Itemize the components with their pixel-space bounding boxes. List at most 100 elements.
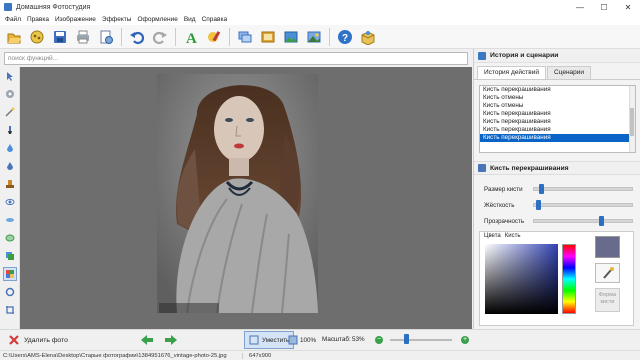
slider-label: Прозрачность <box>484 217 525 225</box>
menu-view[interactable]: Вид <box>181 16 199 23</box>
effects-icon[interactable] <box>27 27 47 47</box>
slider-label: Жёсткость <box>484 201 515 209</box>
zoom-slider-track[interactable] <box>390 339 452 341</box>
slider-hardness: Жёсткость <box>474 197 640 213</box>
scale-label: Масштаб: <box>322 336 351 343</box>
pipette-icon <box>602 267 614 279</box>
stamp-icon[interactable] <box>3 177 17 191</box>
status-bar: C:\Users\AMS-Elena\Desktop\Старые фотогр… <box>0 350 640 360</box>
menu-image[interactable]: Изображение <box>52 16 99 23</box>
undo-icon[interactable] <box>127 27 147 47</box>
pipette-button[interactable] <box>595 263 620 283</box>
slider-opacity: Прозрачность <box>474 213 640 229</box>
menu-bar: Файл Правка Изображение Эффекты Оформлен… <box>0 14 640 25</box>
drop-icon[interactable] <box>3 141 17 155</box>
menu-edit[interactable]: Правка <box>24 16 52 23</box>
list-item-selected[interactable]: Кисть перекрашивания <box>480 134 635 142</box>
zoom-100-button[interactable]: 100% <box>288 335 316 345</box>
svg-text:A: A <box>186 31 197 45</box>
tab-brush[interactable]: Кисть <box>503 232 523 242</box>
scrollbar-thumb[interactable] <box>630 108 634 136</box>
maximize-button[interactable]: ☐ <box>592 0 616 14</box>
tab-scenarios[interactable]: Сценарии <box>547 66 592 79</box>
slider-track[interactable] <box>533 184 633 194</box>
redo-icon[interactable] <box>150 27 170 47</box>
menu-file[interactable]: Файл <box>2 16 24 23</box>
list-item[interactable]: Кисть перекрашивания <box>480 86 635 94</box>
minimize-button[interactable]: — <box>568 0 592 14</box>
history-list[interactable]: Кисть перекрашивания Кисть отмены Кисть … <box>479 85 636 153</box>
title-bar: Домашняя Фотостудия — ☐ ✕ <box>0 0 640 14</box>
print-icon[interactable] <box>73 27 93 47</box>
brush-icon[interactable] <box>3 123 17 137</box>
brush-form-button[interactable]: Форма кисти <box>595 288 620 312</box>
layers-icon[interactable] <box>3 249 17 263</box>
bottom-bar: Удалить фото Уместить 100% Масштаб: 53% … <box>0 329 640 350</box>
save-icon[interactable] <box>50 27 70 47</box>
zoom-100-label: 100% <box>300 336 317 344</box>
image-canvas[interactable] <box>20 67 472 329</box>
eye-icon[interactable] <box>3 195 17 209</box>
wand-icon[interactable] <box>3 105 17 119</box>
next-photo-button[interactable] <box>164 334 178 346</box>
pointer-icon[interactable] <box>3 69 17 83</box>
list-item[interactable]: Кисть отмены <box>480 102 635 110</box>
slider-track[interactable] <box>533 200 633 210</box>
list-item[interactable]: Кисть перекрашивания <box>480 110 635 118</box>
crop-icon[interactable] <box>3 303 17 317</box>
list-item[interactable]: Кисть перекрашивания <box>480 126 635 134</box>
search-row: поиск функций... <box>0 49 472 67</box>
svg-text:?: ? <box>342 33 348 44</box>
main-toolbar: A ? <box>0 25 640 49</box>
color-gradient-picker[interactable] <box>485 244 558 314</box>
menu-design[interactable]: Оформление <box>134 16 180 23</box>
color-picker-panel: Цвета Кисть Форма кисти <box>479 231 634 326</box>
slider-track[interactable] <box>533 216 633 226</box>
menu-help[interactable]: Справка <box>199 16 231 23</box>
tab-colors[interactable]: Цвета <box>482 232 503 242</box>
paint-icon[interactable] <box>204 27 224 47</box>
eraser-icon[interactable] <box>3 285 17 299</box>
fit-button[interactable]: Уместить <box>244 331 295 349</box>
delete-photo-button[interactable]: Удалить фото <box>8 334 68 346</box>
slider-thumb[interactable] <box>598 216 604 226</box>
picture-icon[interactable] <box>281 27 301 47</box>
brush-icon <box>478 164 486 172</box>
frame-icon[interactable] <box>258 27 278 47</box>
dropper-icon[interactable] <box>3 159 17 173</box>
delete-label: Удалить фото <box>24 336 68 344</box>
list-item[interactable]: Кисть перекрашивания <box>480 118 635 126</box>
left-toolbar <box>0 67 20 329</box>
image-icon[interactable] <box>235 27 255 47</box>
zoom-in-button[interactable]: + <box>461 336 469 344</box>
tab-history[interactable]: История действий <box>477 66 546 79</box>
arrow-left-icon <box>141 335 153 345</box>
help-icon[interactable]: ? <box>335 27 355 47</box>
history-title: История и сценарии <box>490 52 559 59</box>
box-icon[interactable] <box>358 27 378 47</box>
prev-photo-button[interactable] <box>140 334 154 346</box>
blur-icon[interactable] <box>3 231 17 245</box>
menu-effects[interactable]: Эффекты <box>99 16 135 23</box>
recolor-icon[interactable] <box>3 267 17 281</box>
history-scrollbar[interactable] <box>629 86 635 152</box>
smudge-icon[interactable] <box>3 213 17 227</box>
search-input[interactable]: поиск функций... <box>4 51 468 65</box>
open-icon[interactable] <box>4 27 24 47</box>
history-icon <box>478 51 486 60</box>
zoom-out-button[interactable]: − <box>375 336 383 344</box>
slider-thumb[interactable] <box>538 184 544 194</box>
app-icon <box>4 3 12 11</box>
toolbar-separator <box>121 27 122 46</box>
export-icon[interactable] <box>96 27 116 47</box>
arrow-right-icon <box>165 335 177 345</box>
window-title: Домашняя Фотостудия <box>16 3 91 11</box>
hue-slider[interactable] <box>562 244 576 314</box>
list-item[interactable]: Кисть отмены <box>480 94 635 102</box>
slider-thumb[interactable] <box>535 200 541 210</box>
close-button[interactable]: ✕ <box>616 0 640 14</box>
zoom-slider-thumb[interactable] <box>404 334 410 344</box>
settings-icon[interactable] <box>3 87 17 101</box>
text-icon[interactable]: A <box>181 27 201 47</box>
landscape-icon[interactable] <box>304 27 324 47</box>
